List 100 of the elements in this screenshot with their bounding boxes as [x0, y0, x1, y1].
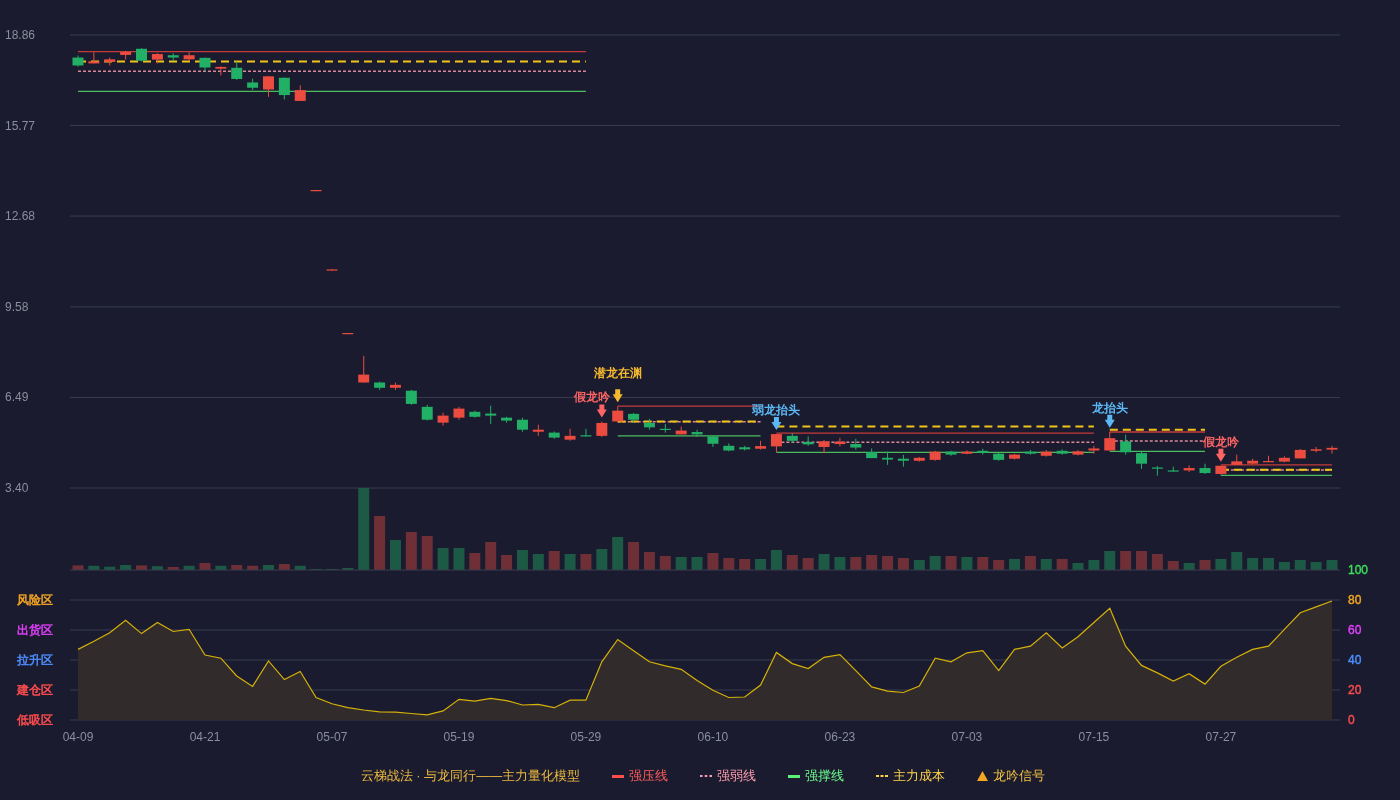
candlestick [1072, 449, 1084, 456]
legend-label: 强弱线 [717, 767, 757, 786]
signal-label: 假龙吟 [573, 390, 610, 405]
date-label: 04-09 [62, 730, 94, 744]
candlestick [1009, 453, 1021, 461]
dashed-line-icon [876, 775, 889, 777]
candlestick [770, 433, 782, 453]
candlestick [120, 50, 132, 61]
price-axis-label: 9.58 [5, 299, 29, 314]
date-label: 04-21 [189, 730, 221, 744]
date-label: 05-29 [570, 730, 602, 744]
signal-label: 龙抬头 [1091, 400, 1128, 415]
candlestick [437, 412, 449, 427]
candlestick [136, 47, 147, 62]
candlestick [723, 442, 735, 452]
signal-label: 潜龙在渊 [593, 366, 642, 381]
candlestick [897, 454, 909, 468]
candlestick [1310, 446, 1322, 453]
candlestick [183, 51, 195, 62]
price-axis-label: 6.49 [5, 390, 29, 405]
candlestick [548, 430, 560, 440]
candlestick [421, 404, 433, 422]
candlestick [453, 406, 465, 421]
candlestick [501, 416, 513, 424]
candlestick [199, 57, 211, 72]
candlestick [231, 60, 243, 81]
candlestick [802, 435, 814, 447]
candlestick [516, 417, 528, 433]
price-axis-label: 18.86 [5, 28, 36, 42]
candlestick [294, 84, 306, 102]
candlestick [1231, 454, 1243, 466]
candlestick [1088, 445, 1100, 455]
candlestick [977, 448, 989, 456]
candlestick [88, 51, 100, 64]
axis-tick-label: 20 [1348, 683, 1362, 697]
candlestick [913, 456, 925, 463]
axis-tick-label: 60 [1348, 623, 1362, 637]
candlestick [818, 439, 830, 454]
candlestick [675, 425, 687, 435]
candlestick [834, 437, 846, 447]
signal-label: 弱龙抬头 [752, 403, 801, 418]
candlestick [1024, 449, 1036, 456]
candlestick [691, 429, 703, 438]
date-label: 07-03 [951, 730, 983, 744]
candlestick [263, 75, 274, 98]
dotted-line-icon [700, 775, 713, 777]
zone-label: 拉升区 [17, 653, 53, 667]
legend-label: 强压线 [629, 767, 669, 786]
candlestick [1183, 464, 1195, 473]
price-axis-label: 3.40 [5, 481, 29, 495]
candlestick [1151, 465, 1163, 477]
candlestick [882, 451, 894, 466]
candlestick [739, 445, 751, 451]
candlestick [1247, 458, 1259, 465]
candlestick [374, 381, 386, 391]
candlestick [532, 424, 544, 437]
candlestick [151, 52, 163, 64]
candlestick [310, 189, 322, 192]
candlestick [1136, 450, 1147, 470]
candlestick [405, 389, 417, 406]
candlestick [104, 57, 116, 66]
candlestick [628, 412, 640, 424]
candlestick [993, 452, 1005, 462]
candlestick [961, 450, 973, 455]
candlestick [342, 332, 354, 335]
candlestick [659, 423, 671, 434]
axis-tick-label: 0 [1348, 713, 1355, 727]
candlestick [1263, 455, 1274, 463]
line-swatch-icon [612, 774, 625, 778]
candlestick [612, 405, 624, 422]
candlestick [786, 432, 798, 444]
date-label: 05-07 [316, 730, 348, 744]
candlestick [945, 450, 957, 457]
candlestick [1326, 445, 1338, 455]
candlestick [850, 438, 862, 451]
axis-tick-label: 40 [1348, 653, 1362, 667]
date-label: 06-23 [824, 730, 856, 744]
zone-label: 出货区 [17, 623, 53, 637]
axis-tick-label: 100 [1348, 563, 1369, 577]
candlestick [389, 382, 401, 391]
candlestick [596, 421, 608, 438]
candlestick [358, 355, 370, 383]
candlestick [1167, 466, 1179, 473]
legend-label: 主力成本 [893, 767, 946, 786]
zone-label: 风险区 [17, 593, 53, 607]
candlestick [485, 405, 497, 425]
zone-label: 低吸区 [17, 713, 53, 727]
candlestick [1056, 448, 1068, 456]
price-axis-label: 12.68 [5, 209, 36, 224]
candlestick [755, 440, 767, 451]
legend-label: 龙吟信号 [993, 767, 1046, 786]
price-axis-label: 15.77 [5, 118, 36, 133]
candlestick [643, 418, 655, 431]
legend-title: 云梯战法 · 与龙同行——主力量化模型 [360, 767, 581, 786]
candlestick [1278, 455, 1290, 463]
candlestick [247, 78, 259, 91]
line-swatch-icon [788, 774, 801, 778]
candlestick [1120, 434, 1132, 456]
candlestick [1104, 431, 1116, 451]
candlestick [1294, 448, 1306, 459]
